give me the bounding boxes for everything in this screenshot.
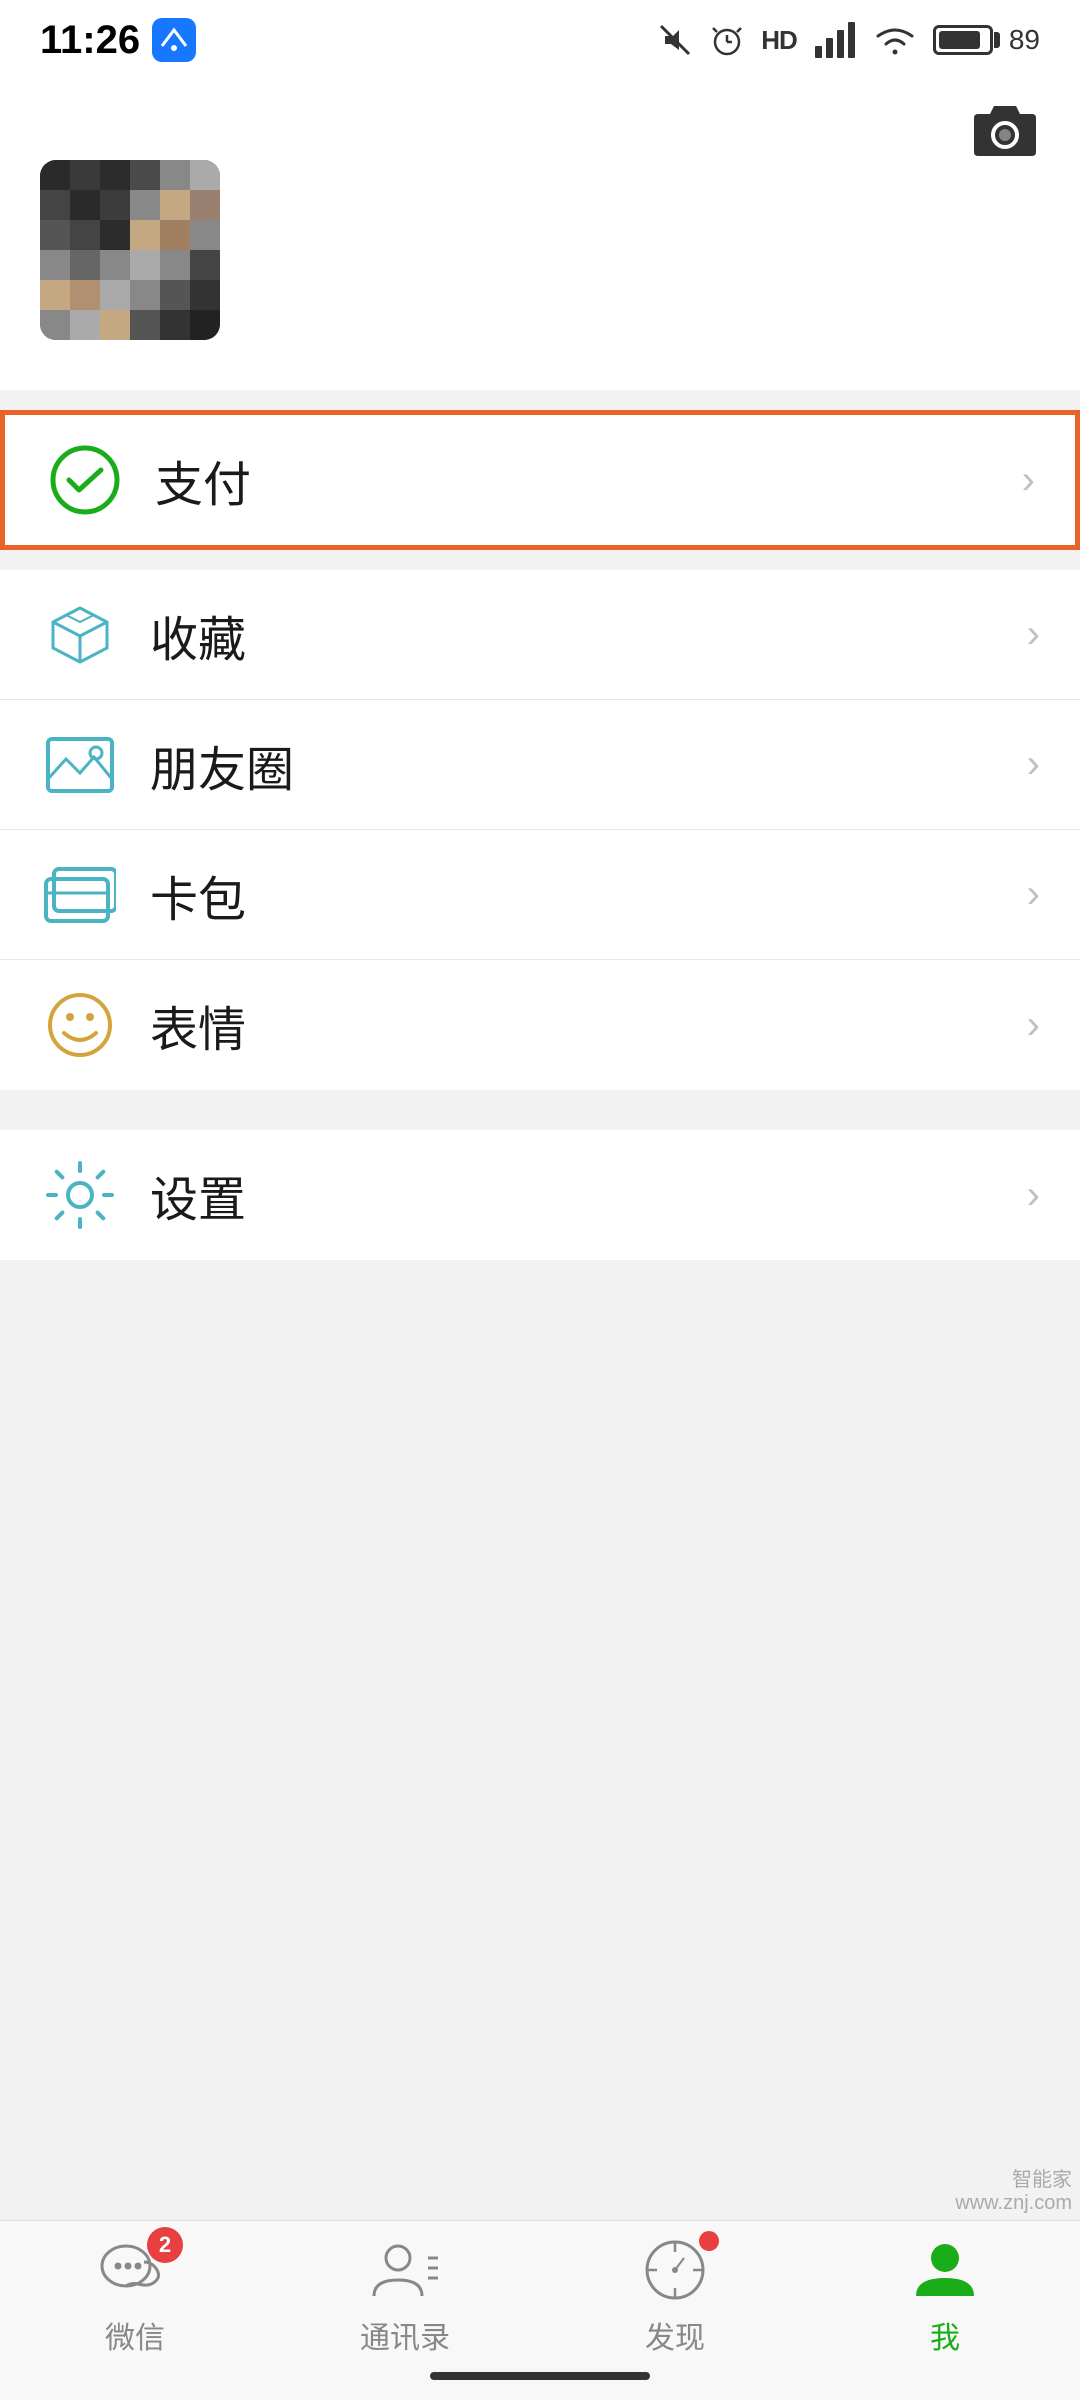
menu-item-moments[interactable]: 朋友圈 › <box>0 700 1080 830</box>
header-area <box>0 80 1080 130</box>
moments-icon-wrap <box>40 725 120 805</box>
payment-label: 支付 <box>155 445 1022 515</box>
camera-button[interactable] <box>970 100 1040 160</box>
favorites-chevron: › <box>1027 612 1040 657</box>
mute-icon <box>657 22 693 58</box>
payment-chevron: › <box>1022 458 1035 503</box>
cardwallet-icon <box>44 865 116 925</box>
cardwallet-chevron: › <box>1027 872 1040 917</box>
moments-icon <box>44 729 116 801</box>
moments-chevron: › <box>1027 742 1040 787</box>
nav-wechat-icon-wrap: 2 <box>95 2235 175 2305</box>
watermark: 智能家 www.znj.com <box>955 2163 1072 2215</box>
time-text: 11:26 <box>40 18 140 63</box>
hd-icon: HD <box>761 25 797 56</box>
nav-contacts-label: 通讯录 <box>360 2313 450 2357</box>
status-time: 11:26 <box>40 18 196 63</box>
settings-icon-wrap <box>40 1155 120 1235</box>
discover-dot <box>699 2231 719 2251</box>
menu-item-settings[interactable]: 设置 › <box>0 1130 1080 1260</box>
moments-label: 朋友圈 <box>150 730 1027 800</box>
alarm-icon <box>709 22 745 58</box>
cardwallet-label: 卡包 <box>150 860 1027 930</box>
wifi-icon <box>873 22 917 58</box>
menu-group-settings: 设置 › <box>0 1130 1080 1260</box>
emoji-icon <box>44 989 116 1061</box>
emoji-icon-wrap <box>40 985 120 1065</box>
nav-item-discover[interactable]: 发现 <box>540 2235 810 2357</box>
discover-icon <box>640 2238 710 2302</box>
nav-me-icon-wrap <box>905 2235 985 2305</box>
favorites-icon-wrap <box>40 595 120 675</box>
lark-icon <box>152 18 196 62</box>
bottom-nav: 2 微信 通讯录 <box>0 2220 1080 2400</box>
menu-group-2: 收藏 › 朋友圈 › 卡包 › <box>0 570 1080 1090</box>
avatar[interactable] <box>40 160 220 340</box>
cardwallet-icon-wrap <box>40 855 120 935</box>
nav-item-contacts[interactable]: 通讯录 <box>270 2235 540 2357</box>
favorites-icon <box>45 600 115 670</box>
watermark-line2: www.znj.com <box>955 2192 1072 2215</box>
battery-text: 89 <box>1009 24 1040 56</box>
nav-item-wechat[interactable]: 2 微信 <box>0 2235 270 2357</box>
menu-item-emoji[interactable]: 表情 › <box>0 960 1080 1090</box>
nav-discover-icon-wrap <box>635 2235 715 2305</box>
settings-icon <box>44 1159 116 1231</box>
watermark-line1: 智能家 <box>955 2163 1072 2192</box>
emoji-label: 表情 <box>150 990 1027 1060</box>
section-divider-2 <box>0 550 1080 570</box>
favorites-label: 收藏 <box>150 600 1027 670</box>
section-divider-3 <box>0 1110 1080 1130</box>
nav-wechat-label: 微信 <box>105 2313 165 2357</box>
section-divider-1 <box>0 390 1080 410</box>
emoji-chevron: › <box>1027 1003 1040 1048</box>
status-bar: 11:26 HD <box>0 0 1080 80</box>
payment-icon <box>49 444 121 516</box>
menu-item-favorites[interactable]: 收藏 › <box>0 570 1080 700</box>
menu-group-payment: 支付 › <box>0 410 1080 550</box>
camera-icon <box>970 100 1040 160</box>
profile-section <box>0 130 1080 390</box>
me-icon <box>910 2238 980 2302</box>
home-indicator <box>430 2372 650 2380</box>
wechat-badge: 2 <box>147 2227 183 2263</box>
menu-item-payment[interactable]: 支付 › <box>5 415 1075 545</box>
signal-icon <box>813 22 857 58</box>
nav-item-me[interactable]: 我 <box>810 2235 1080 2357</box>
nav-discover-label: 发现 <box>645 2313 705 2357</box>
contacts-icon <box>370 2238 440 2302</box>
battery-icon <box>933 25 993 55</box>
menu-item-cardwallet[interactable]: 卡包 › <box>0 830 1080 960</box>
payment-icon-wrap <box>45 440 125 520</box>
nav-contacts-icon-wrap <box>365 2235 445 2305</box>
content-fill <box>0 1280 1080 2080</box>
settings-label: 设置 <box>150 1160 1027 1230</box>
nav-me-label: 我 <box>930 2313 960 2357</box>
settings-chevron: › <box>1027 1173 1040 1218</box>
status-icons-group: HD 89 <box>657 22 1040 58</box>
